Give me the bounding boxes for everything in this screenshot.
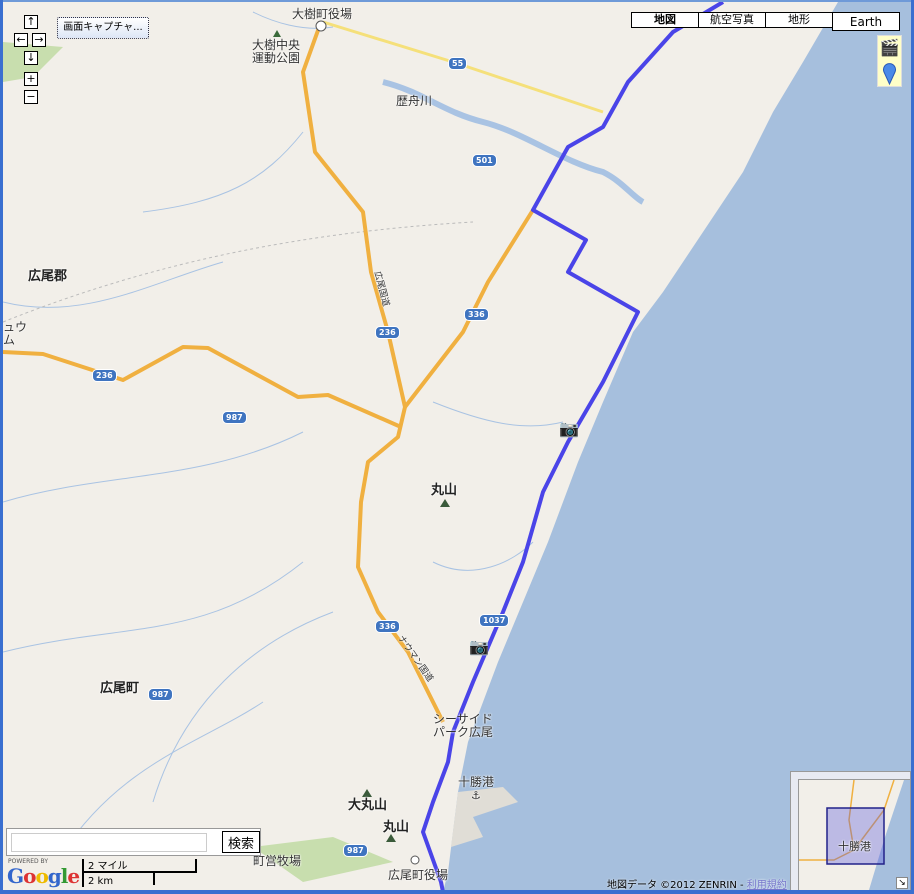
tool-panel: 🎬 (877, 35, 902, 87)
map-type-terrain[interactable]: 地形 (765, 12, 833, 28)
place-label: 運動公園 (252, 51, 301, 65)
camera-icon[interactable]: 📷 (559, 421, 579, 437)
scale-km: 2 km (88, 876, 114, 887)
overview-toggle-button[interactable]: ↘ (896, 877, 908, 889)
road-shield: 987 (222, 411, 247, 424)
overview-map[interactable]: 十勝港 ↘ (790, 771, 911, 890)
clapperboard-icon[interactable]: 🎬 (878, 36, 901, 60)
place-label: ュウ (3, 320, 28, 334)
copyright-text: 地図データ ©2012 ZENRIN - (607, 880, 747, 890)
pin-icon[interactable] (878, 60, 901, 86)
road-shield: 987 (148, 688, 173, 701)
place-label: ム (3, 333, 16, 347)
place-label: 大樹中央 (252, 38, 301, 52)
road-shield: 987 (343, 844, 368, 857)
road-shield: 336 (464, 308, 489, 321)
pan-down-button[interactable]: ↓ (24, 51, 38, 65)
screen-capture-button[interactable]: 画面キャプチャ... (57, 17, 149, 39)
google-logo[interactable]: Google (7, 864, 80, 888)
map-canvas[interactable] (3, 2, 911, 890)
road-shield: 501 (472, 154, 497, 167)
town-office-marker (410, 855, 420, 865)
camera-icon[interactable]: 📷 (469, 639, 489, 655)
pan-up-button[interactable]: ↑ (24, 15, 38, 29)
overview-viewport-box (826, 807, 885, 865)
place-label: 町営牧場 (253, 854, 302, 868)
overview-canvas[interactable] (798, 779, 911, 890)
road-shield: 55 (448, 57, 468, 70)
river-label: 歴舟川 (396, 94, 433, 108)
copyright: 地図データ ©2012 ZENRIN - 利用規約 (607, 876, 787, 890)
port-label: 十勝港 (458, 775, 495, 789)
place-label: 大樹町役場 (292, 7, 353, 21)
district-label: 広尾郡 (28, 269, 68, 284)
zoom-in-button[interactable]: + (24, 72, 38, 86)
anchor-icon: ⚓ (471, 789, 481, 802)
mountain-label: 大丸山 (348, 798, 388, 813)
search-input[interactable] (11, 833, 207, 852)
mountain-icon (386, 834, 396, 842)
road-236-west (3, 345, 402, 429)
pan-left-button[interactable]: ← (14, 33, 28, 47)
terms-link[interactable]: 利用規約 (747, 880, 787, 890)
map-type-map[interactable]: 地図 (631, 12, 699, 28)
park-tree-icon (273, 30, 281, 37)
search-button[interactable]: 検索 (222, 831, 260, 853)
map-type-satellite[interactable]: 航空写真 (698, 12, 766, 28)
place-label: 広尾町役場 (388, 868, 449, 882)
zoom-out-button[interactable]: − (24, 90, 38, 104)
road-236-north (301, 21, 445, 723)
mountain-icon (362, 789, 372, 797)
search-box: 検索 (6, 828, 261, 856)
scale-miles: 2 マイル (88, 861, 128, 872)
road-shield: 336 (375, 620, 400, 633)
mountain-icon (440, 499, 450, 507)
mountain-label: 丸山 (383, 820, 410, 835)
town-label: 広尾町 (100, 681, 140, 696)
road-shield: 236 (375, 326, 400, 339)
town-office-marker (315, 20, 327, 32)
road-shield: 1037 (479, 614, 510, 627)
mountain-label: 丸山 (431, 483, 458, 498)
pan-right-button[interactable]: → (32, 33, 46, 47)
overview-label: 十勝港 (838, 840, 871, 853)
place-label: シーサイド (433, 712, 493, 726)
map-type-earth[interactable]: Earth (832, 12, 900, 31)
map-type-switcher: 地図 航空写真 地形 Earth (631, 12, 900, 31)
road-shield: 236 (92, 369, 117, 382)
map-viewport[interactable]: 大樹町役場 大樹中央 運動公園 歴舟川 広尾郡 ュウ ム 丸山 広尾町 シーサイ… (3, 0, 911, 890)
place-label: パーク広尾 (433, 725, 494, 739)
